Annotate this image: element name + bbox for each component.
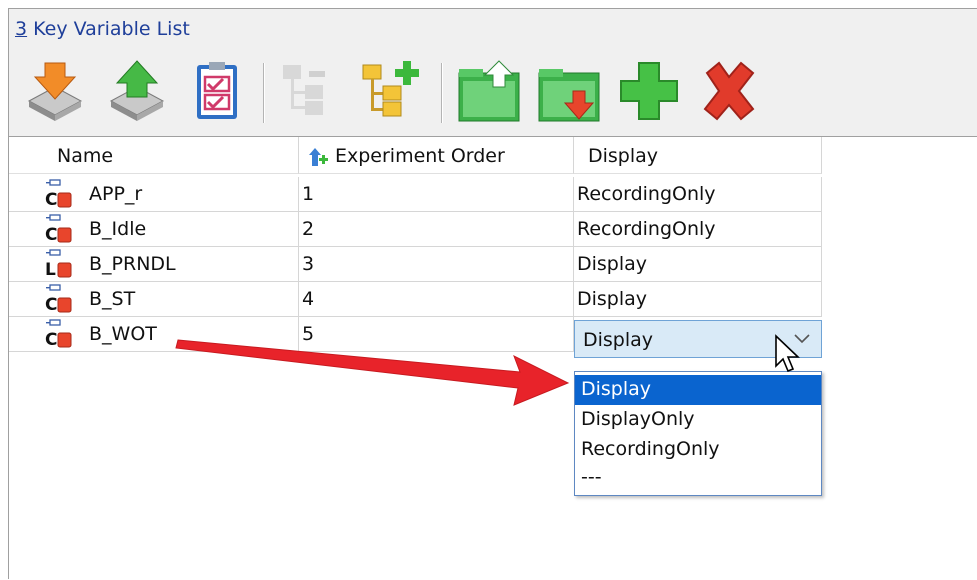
display-cell[interactable]: RecordingOnly	[574, 177, 822, 212]
tree-collapse-icon	[283, 65, 325, 115]
folder-up-button[interactable]	[457, 59, 521, 123]
variable-type-letter: C	[45, 295, 57, 314]
variable-name: B_Idle	[89, 218, 147, 240]
folder-up-icon	[458, 60, 520, 122]
variable-type-icon: L	[45, 249, 72, 279]
grid-header: Name Experiment Order Display	[9, 137, 822, 174]
export-button[interactable]	[105, 59, 169, 123]
variable-name: B_WOT	[89, 323, 157, 345]
variable-type-letter: C	[45, 190, 57, 209]
dropdown-option[interactable]: DisplayOnly	[575, 405, 821, 435]
dropdown-option[interactable]: Display	[575, 375, 821, 405]
dropdown-option[interactable]: RecordingOnly	[575, 435, 821, 465]
variable-name-cell[interactable]: C B_Idle	[9, 212, 299, 247]
display-combobox[interactable]: Display	[574, 320, 822, 358]
variable-name: B_PRNDL	[89, 253, 176, 275]
experiment-order-cell[interactable]: 5	[299, 317, 574, 352]
sort-ascending-icon	[309, 148, 328, 166]
toolbar	[9, 53, 977, 137]
variable-name-cell[interactable]: C B_WOT	[9, 317, 299, 352]
import-button[interactable]	[23, 59, 87, 123]
checklist-button[interactable]	[185, 59, 249, 123]
column-header-display[interactable]: Display	[574, 137, 822, 174]
variable-type-letter: C	[45, 330, 57, 349]
chevron-down-icon[interactable]	[793, 329, 811, 347]
variable-type-letter: C	[45, 225, 57, 244]
display-cell[interactable]: Display	[574, 282, 822, 317]
import-icon	[27, 62, 83, 121]
variable-name-cell[interactable]: C APP_r	[9, 177, 299, 212]
display-cell[interactable]: Display	[574, 247, 822, 282]
export-icon	[109, 60, 165, 121]
dropdown-option[interactable]: ---	[575, 463, 821, 493]
table-row[interactable]: C B_ST 4 Display	[9, 282, 822, 317]
variable-type-icon: C	[45, 284, 72, 314]
variable-name: B_ST	[89, 288, 136, 310]
column-header-name[interactable]: Name	[9, 137, 299, 174]
add-button[interactable]	[617, 59, 681, 123]
toolbar-separator	[441, 63, 443, 123]
key-variable-list-window: 3 Key Variable List Name Experiment Orde…	[8, 8, 977, 580]
tree-add-icon	[362, 61, 419, 117]
combobox-value: Display	[583, 329, 654, 351]
experiment-order-cell[interactable]: 2	[299, 212, 574, 247]
column-header-experiment-order[interactable]: Experiment Order	[299, 137, 574, 174]
folder-down-button[interactable]	[537, 59, 601, 123]
title-bar: 3 Key Variable List	[9, 9, 977, 51]
variable-name-cell[interactable]: L B_PRNDL	[9, 247, 299, 282]
delete-icon	[703, 61, 755, 121]
toolbar-separator	[263, 63, 265, 123]
window-title: 3 Key Variable List	[15, 18, 190, 40]
variable-type-icon: C	[45, 319, 72, 349]
table-row[interactable]: C APP_r 1 RecordingOnly	[9, 177, 822, 212]
checklist-icon	[197, 62, 237, 119]
table-row[interactable]: C B_Idle 2 RecordingOnly	[9, 212, 822, 247]
experiment-order-cell[interactable]: 4	[299, 282, 574, 317]
variable-name-cell[interactable]: C B_ST	[9, 282, 299, 317]
experiment-order-cell[interactable]: 1	[299, 177, 574, 212]
folder-down-icon	[538, 69, 600, 122]
variable-grid: Name Experiment Order Display C APP_r 1 Rec…	[9, 136, 977, 580]
tree-add-button[interactable]	[359, 59, 423, 123]
variable-type-icon: C	[45, 214, 72, 244]
add-icon	[620, 62, 678, 120]
display-cell[interactable]: RecordingOnly	[574, 212, 822, 247]
variable-type-icon: C	[45, 179, 72, 209]
table-row[interactable]: L B_PRNDL 3 Display	[9, 247, 822, 282]
tree-collapse-button[interactable]	[279, 59, 343, 123]
experiment-order-cell[interactable]: 3	[299, 247, 574, 282]
display-dropdown-list: Display DisplayOnly RecordingOnly ---	[574, 371, 822, 496]
variable-name: APP_r	[89, 183, 143, 205]
variable-type-letter: L	[45, 260, 56, 279]
delete-button[interactable]	[697, 59, 761, 123]
